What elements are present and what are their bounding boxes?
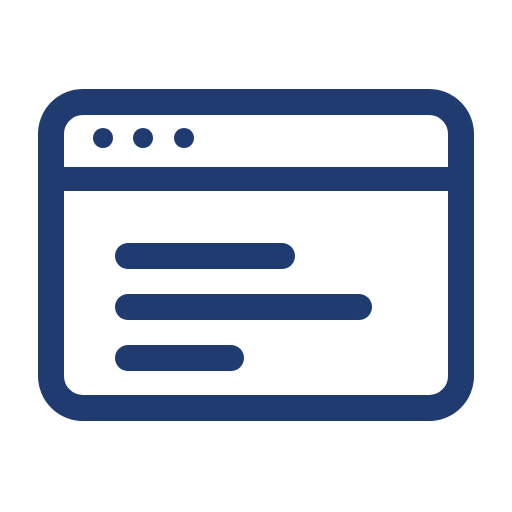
icon-canvas — [0, 0, 512, 512]
browser-window-icon — [38, 89, 474, 421]
window-control-dot-2 — [133, 128, 153, 148]
window-control-dot-3 — [174, 128, 194, 148]
window-control-dot-1 — [93, 128, 113, 148]
